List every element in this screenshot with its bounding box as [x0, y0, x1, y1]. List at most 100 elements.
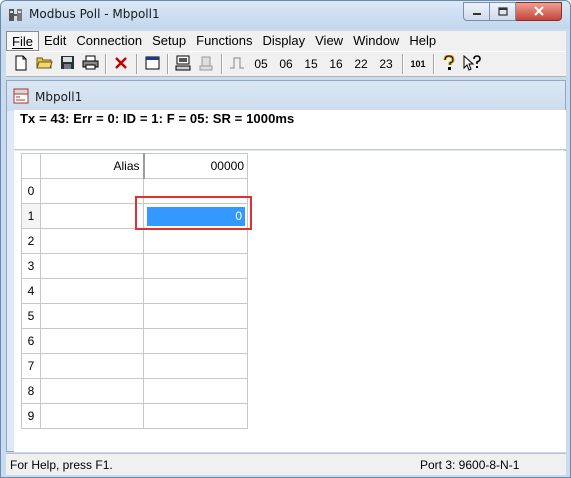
menu-help[interactable]: Help — [404, 31, 441, 51]
menu-edit-label: Edit — [43, 33, 67, 48]
menu-view[interactable]: View — [310, 31, 348, 51]
new-file-icon — [14, 55, 28, 74]
maximize-icon — [497, 5, 508, 19]
alias-cell[interactable] — [40, 303, 144, 329]
open-button[interactable] — [33, 53, 55, 75]
row-header[interactable]: 3 — [21, 253, 41, 279]
function-05-button[interactable]: 05 — [249, 53, 273, 75]
connect-button[interactable] — [172, 53, 194, 75]
title-bar[interactable]: Modbus Poll - Mbpoll1 — [1, 1, 570, 29]
table-row: 5 — [21, 303, 248, 329]
row-header[interactable]: 0 — [21, 178, 41, 204]
value-cell[interactable] — [143, 378, 248, 404]
close-button[interactable] — [516, 2, 562, 21]
alias-cell[interactable] — [40, 403, 144, 429]
disconnect-button[interactable] — [195, 53, 217, 75]
new-button[interactable] — [10, 53, 32, 75]
function-16-label: 16 — [329, 57, 343, 71]
function-05-label: 05 — [254, 57, 268, 71]
value-cell[interactable] — [143, 403, 248, 429]
delete-x-icon — [114, 56, 128, 73]
row-header[interactable]: 1 — [21, 203, 41, 229]
code-101-label: 101 — [410, 59, 426, 69]
child-title-bar[interactable]: Mbpoll1 — [7, 81, 565, 111]
value-cell[interactable] — [143, 303, 248, 329]
toolbar-separator — [433, 54, 435, 74]
modbus-app-icon[interactable] — [8, 7, 24, 23]
highlight-annotation-box — [135, 196, 252, 230]
row-header[interactable]: 5 — [21, 303, 41, 329]
document-icon[interactable] — [13, 88, 29, 104]
menu-connection-label: Connection — [76, 33, 143, 48]
menu-edit[interactable]: Edit — [39, 31, 71, 51]
value-cell[interactable] — [143, 328, 248, 354]
minimize-button[interactable] — [463, 2, 490, 21]
help-button[interactable] — [438, 53, 460, 75]
menu-file[interactable]: File — [6, 31, 39, 51]
child-title: Mbpoll1 — [35, 90, 83, 104]
toolbar: 05 06 15 16 22 23 101 — [6, 51, 566, 77]
menu-window[interactable]: Window — [348, 31, 404, 51]
column-header-address[interactable]: 00000 — [143, 153, 248, 179]
register-table: Alias 00000 0 1 0 2 3 4 5 6 7 8 9 — [21, 153, 248, 429]
context-help-button[interactable] — [461, 53, 483, 75]
value-cell[interactable] — [143, 278, 248, 304]
row-header[interactable]: 9 — [21, 403, 41, 429]
table-row: 7 — [21, 353, 248, 379]
delete-button[interactable] — [110, 53, 132, 75]
alias-cell[interactable] — [40, 328, 144, 354]
minimize-icon — [472, 5, 482, 19]
menu-functions-label: Functions — [196, 33, 253, 48]
function-22-button[interactable]: 22 — [349, 53, 373, 75]
maximize-button[interactable] — [490, 2, 516, 21]
save-button[interactable] — [56, 53, 78, 75]
print-icon — [82, 55, 99, 73]
alias-cell[interactable] — [40, 353, 144, 379]
menu-display[interactable]: Display — [258, 31, 311, 51]
row-header[interactable]: 7 — [21, 353, 41, 379]
table-header-row: Alias 00000 — [21, 153, 248, 179]
column-header-alias[interactable]: Alias — [40, 153, 145, 179]
menu-view-label: View — [315, 33, 344, 48]
row-header[interactable]: 6 — [21, 328, 41, 354]
alias-cell[interactable] — [40, 253, 144, 279]
menu-bar: File Edit Connection Setup Functions Dis… — [6, 31, 566, 51]
value-cell[interactable] — [143, 228, 248, 254]
value-cell[interactable] — [143, 253, 248, 279]
function-06-button[interactable]: 06 — [274, 53, 298, 75]
table-row: 4 — [21, 278, 248, 304]
status-port-text: Port 3: 9600-8-N-1 — [420, 458, 520, 472]
save-icon — [60, 55, 75, 73]
alias-cell[interactable] — [40, 203, 144, 229]
help-question-icon — [443, 53, 455, 74]
connect-icon — [175, 55, 191, 74]
row-header[interactable]: 4 — [21, 278, 41, 304]
menu-functions[interactable]: Functions — [191, 31, 257, 51]
function-15-button[interactable]: 15 — [299, 53, 323, 75]
alias-cell[interactable] — [40, 178, 144, 204]
pulse-button[interactable] — [226, 53, 248, 75]
row-header[interactable]: 2 — [21, 228, 41, 254]
window-button[interactable] — [141, 53, 163, 75]
function-23-button[interactable]: 23 — [374, 53, 398, 75]
code-101-button[interactable]: 101 — [407, 53, 429, 75]
alias-cell[interactable] — [40, 278, 144, 304]
table-row: 3 — [21, 253, 248, 279]
value-cell[interactable] — [143, 353, 248, 379]
corner-cell[interactable] — [21, 153, 41, 179]
poll-status-text: Tx = 43: Err = 0: ID = 1: F = 05: SR = 1… — [20, 111, 295, 126]
table-row: 8 — [21, 378, 248, 404]
print-button[interactable] — [79, 53, 101, 75]
pulse-icon — [229, 56, 245, 73]
menu-connection[interactable]: Connection — [71, 31, 147, 51]
status-bar: For Help, press F1. Port 3: 9600-8-N-1 — [6, 453, 566, 475]
row-header[interactable]: 8 — [21, 378, 41, 404]
alias-cell[interactable] — [40, 228, 144, 254]
toolbar-separator — [167, 54, 169, 74]
toolbar-separator — [221, 54, 223, 74]
alias-cell[interactable] — [40, 378, 144, 404]
menu-display-label: Display — [262, 33, 306, 48]
menu-setup[interactable]: Setup — [147, 31, 191, 51]
window-icon — [145, 56, 160, 73]
function-16-button[interactable]: 16 — [324, 53, 348, 75]
